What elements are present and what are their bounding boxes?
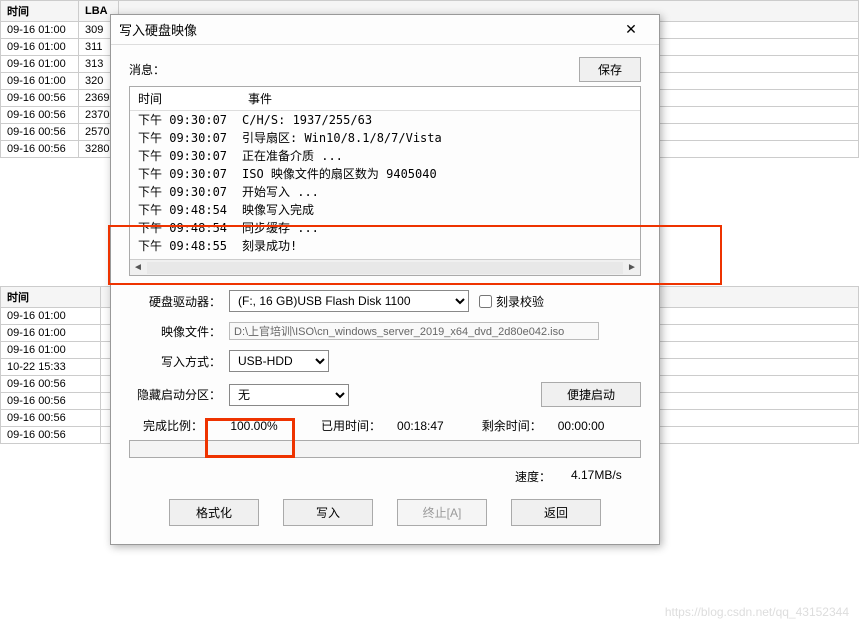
- hidden-partition-select[interactable]: 无: [229, 384, 349, 406]
- log-row: 下午 09:30:07ISO 映像文件的扇区数为 9405040: [130, 165, 640, 183]
- verify-label: 刻录校验: [496, 293, 544, 310]
- elapsed-value: 00:18:47: [397, 419, 444, 433]
- horizontal-scrollbar[interactable]: ◄ ►: [130, 259, 640, 275]
- save-button[interactable]: 保存: [579, 57, 641, 82]
- write-button[interactable]: 写入: [283, 499, 373, 526]
- dialog-title: 写入硬盘映像: [119, 20, 611, 39]
- close-button[interactable]: ✕: [611, 16, 651, 44]
- log-row: 下午 09:48:54映像写入完成: [130, 201, 640, 219]
- speed-value: 4.17MB/s: [571, 468, 641, 485]
- watermark: https://blog.csdn.net/qq_43152344: [665, 605, 849, 619]
- log-row: 下午 09:48:55刻录成功!: [130, 237, 640, 255]
- log-row: 下午 09:30:07C/H/S: 1937/255/63: [130, 111, 640, 129]
- log-header-event: 事件: [240, 87, 640, 110]
- complete-label: 完成比例：: [129, 417, 207, 434]
- log-row: 下午 09:30:07正在准备介质 ...: [130, 147, 640, 165]
- drive-select[interactable]: (F:, 16 GB)USB Flash Disk 1100: [229, 290, 469, 312]
- format-button[interactable]: 格式化: [169, 499, 259, 526]
- drive-label: 硬盘驱动器：: [129, 293, 229, 310]
- log-row: 下午 09:30:07开始写入 ...: [130, 183, 640, 201]
- message-label: 消息：: [129, 61, 165, 78]
- titlebar[interactable]: 写入硬盘映像 ✕: [111, 15, 659, 45]
- log-body[interactable]: 下午 09:30:07C/H/S: 1937/255/63 下午 09:30:0…: [130, 111, 640, 259]
- method-label: 写入方式：: [129, 353, 229, 370]
- speed-label: 速度：: [515, 468, 551, 485]
- image-path-input[interactable]: [229, 322, 599, 340]
- elapsed-label: 已用时间：: [321, 417, 381, 434]
- return-button[interactable]: 返回: [511, 499, 601, 526]
- remain-value: 00:00:00: [558, 419, 605, 433]
- bg-col-time-2: 时间: [1, 287, 101, 308]
- abort-button[interactable]: 终止[A]: [397, 499, 487, 526]
- remain-label: 剩余时间：: [482, 417, 542, 434]
- close-icon: ✕: [625, 21, 637, 38]
- scroll-right-icon[interactable]: ►: [624, 262, 640, 273]
- write-method-select[interactable]: USB-HDD: [229, 350, 329, 372]
- bg-col-time: 时间: [1, 1, 79, 22]
- log-row: 下午 09:30:07引导扇区: Win10/8.1/8/7/Vista: [130, 129, 640, 147]
- progress-bar: [129, 440, 641, 458]
- log-header-time: 时间: [130, 87, 240, 110]
- hidden-partition-label: 隐藏启动分区：: [129, 386, 229, 403]
- log-row: 下午 09:48:54同步缓存 ...: [130, 219, 640, 237]
- log-box: 时间 事件 下午 09:30:07C/H/S: 1937/255/63 下午 0…: [129, 86, 641, 276]
- quick-boot-button[interactable]: 便捷启动: [541, 382, 641, 407]
- image-label: 映像文件：: [129, 323, 229, 340]
- complete-value: 100.00%: [215, 419, 293, 433]
- scroll-left-icon[interactable]: ◄: [130, 262, 146, 273]
- write-disk-image-dialog: 写入硬盘映像 ✕ 消息： 保存 时间 事件 下午 09:30:07C/H/S: …: [110, 14, 660, 545]
- verify-checkbox[interactable]: [479, 295, 492, 308]
